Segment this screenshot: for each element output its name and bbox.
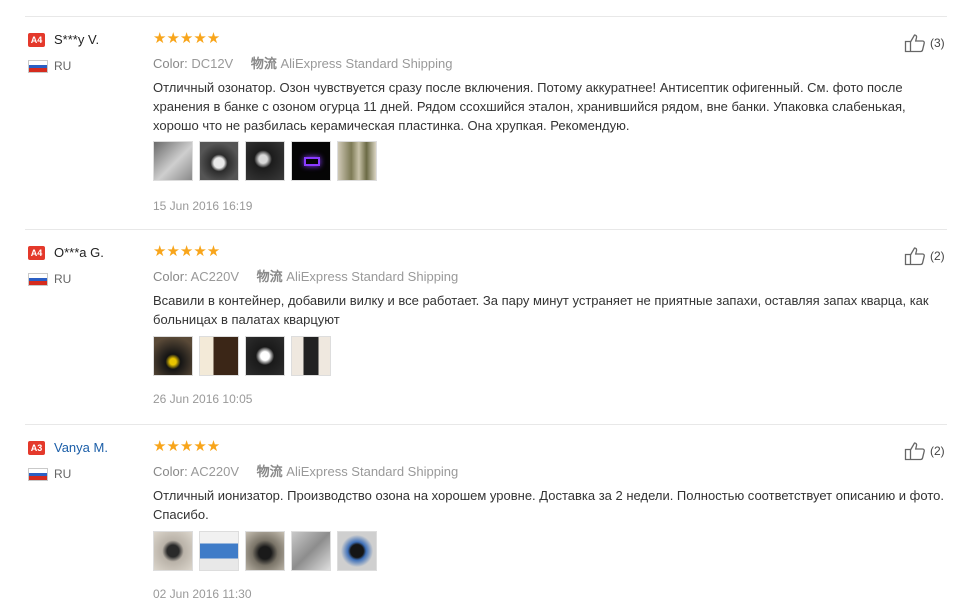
review-photo[interactable] bbox=[199, 531, 239, 571]
helpful-button[interactable]: (2) bbox=[904, 246, 945, 266]
review-date: 15 Jun 2016 16:19 bbox=[153, 199, 253, 213]
review-photo[interactable] bbox=[153, 141, 193, 181]
helpful-count: (2) bbox=[930, 444, 945, 458]
logistics-value: AliExpress Standard Shipping bbox=[280, 56, 453, 71]
review-photo[interactable] bbox=[153, 531, 193, 571]
order-info: Color: AC220V 物流 AliExpress Standard Shi… bbox=[153, 266, 458, 285]
thumbs-up-icon bbox=[904, 247, 925, 266]
buyer-level-badge: A4 bbox=[28, 246, 45, 260]
helpful-button[interactable]: (2) bbox=[904, 441, 945, 461]
russia-flag-icon bbox=[28, 468, 48, 481]
reviewer-country: RU bbox=[54, 59, 72, 73]
helpful-button[interactable]: (3) bbox=[904, 33, 945, 53]
russia-flag-icon bbox=[28, 60, 48, 73]
logistics-label: 物流 bbox=[256, 464, 283, 479]
review-item: A3 Vanya M. RU ★★★★★ Color: AC220V 物流 Al… bbox=[0, 424, 962, 609]
color-value: DC12V bbox=[191, 56, 234, 71]
review-photo[interactable] bbox=[337, 141, 377, 181]
color-value: AC220V bbox=[190, 269, 240, 284]
review-photo[interactable] bbox=[291, 531, 331, 571]
thumbs-up-icon bbox=[904, 34, 925, 53]
review-photo[interactable] bbox=[199, 141, 239, 181]
review-photo[interactable] bbox=[245, 336, 285, 376]
star-rating: ★★★★★ bbox=[153, 30, 221, 47]
star-rating: ★★★★★ bbox=[153, 438, 221, 455]
review-photo[interactable] bbox=[291, 141, 331, 181]
review-photo[interactable] bbox=[245, 531, 285, 571]
review-photo[interactable] bbox=[199, 336, 239, 376]
reviewer-name: O***a G. bbox=[54, 245, 104, 260]
review-date: 26 Jun 2016 10:05 bbox=[153, 392, 253, 406]
review-item: A4 O***a G. RU ★★★★★ Color: AC220V 物流 Al… bbox=[0, 229, 962, 424]
russia-flag-icon bbox=[28, 273, 48, 286]
review-photo[interactable] bbox=[245, 141, 285, 181]
review-photo[interactable] bbox=[153, 336, 193, 376]
logistics-value: AliExpress Standard Shipping bbox=[286, 269, 459, 284]
color-label: Color: bbox=[153, 464, 188, 479]
review-photo[interactable] bbox=[291, 336, 331, 376]
star-rating: ★★★★★ bbox=[153, 243, 221, 260]
review-photos bbox=[153, 336, 331, 376]
buyer-level-badge: A4 bbox=[28, 33, 45, 47]
review-photo[interactable] bbox=[337, 531, 377, 571]
reviews-feed: A4 S***y V. RU ★★★★★ Color: DC12V 物流 Ali… bbox=[0, 0, 962, 609]
logistics-label: 物流 bbox=[256, 269, 283, 284]
color-label: Color: bbox=[153, 269, 188, 284]
review-photos bbox=[153, 141, 377, 181]
buyer-level-badge: A3 bbox=[28, 441, 45, 455]
reviewer-country: RU bbox=[54, 272, 72, 286]
helpful-count: (2) bbox=[930, 249, 945, 263]
review-item: A4 S***y V. RU ★★★★★ Color: DC12V 物流 Ali… bbox=[0, 16, 962, 228]
reviewer-country: RU bbox=[54, 467, 72, 481]
logistics-value: AliExpress Standard Shipping bbox=[286, 464, 459, 479]
thumbs-up-icon bbox=[904, 442, 925, 461]
reviewer-name: S***y V. bbox=[54, 32, 100, 47]
logistics-label: 物流 bbox=[250, 56, 277, 71]
review-text: Всавили в контейнер, добавили вилку и вс… bbox=[153, 293, 929, 327]
helpful-count: (3) bbox=[930, 36, 945, 50]
color-value: AC220V bbox=[190, 464, 240, 479]
reviewer-name-link[interactable]: Vanya M. bbox=[54, 440, 108, 455]
review-photos bbox=[153, 531, 377, 571]
order-info: Color: DC12V 物流 AliExpress Standard Ship… bbox=[153, 53, 453, 72]
review-date: 02 Jun 2016 11:30 bbox=[153, 587, 252, 601]
review-text: Отличный озонатор. Озон чувствуется сраз… bbox=[153, 80, 906, 133]
order-info: Color: AC220V 物流 AliExpress Standard Shi… bbox=[153, 461, 458, 480]
color-label: Color: bbox=[153, 56, 188, 71]
review-text: Отличный ионизатор. Производство озона н… bbox=[153, 488, 944, 522]
